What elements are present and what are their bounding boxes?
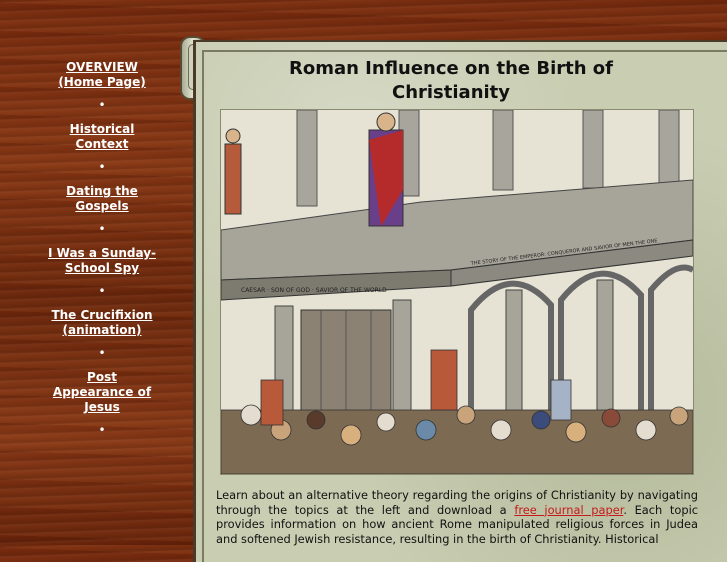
nav-bullet: • (98, 160, 106, 174)
nav-link-label: OVERVIEW (66, 60, 138, 74)
nav-link-label: Appearance of (52, 385, 152, 399)
nav-link-label: Jesus (84, 400, 120, 414)
frieze-lower-text: CAESAR · SON OF GOD · SAVIOR OF THE WORL… (241, 287, 387, 294)
intro-paragraph: Learn about an alternative theory regard… (216, 488, 698, 546)
nav-bullet: • (98, 346, 106, 360)
main-content-panel: Roman Influence on the Birth of Christia… (193, 40, 727, 562)
hero-illustration-drawing: CAESAR · SON OF GOD · SAVIOR OF THE WORL… (221, 110, 693, 474)
nav-link-label: Gospels (75, 199, 129, 213)
hero-illustration: CAESAR · SON OF GOD · SAVIOR OF THE WORL… (220, 109, 694, 475)
nav-link-label: The Crucifixion (51, 308, 153, 322)
nav-bullet: • (98, 423, 106, 437)
sidebar-nav: OVERVIEW (Home Page) • Historical Contex… (36, 60, 168, 447)
nav-link-sunday-school-spy[interactable]: I Was a Sunday- School Spy (36, 246, 168, 276)
nav-link-post-appearance[interactable]: Post Appearance of Jesus (36, 370, 168, 415)
nav-link-label: Context (75, 137, 129, 151)
nav-link-label: I Was a Sunday- (48, 246, 156, 260)
free-journal-paper-link[interactable]: free journal paper (514, 503, 623, 517)
nav-bullet: • (98, 284, 106, 298)
nav-bullet: • (98, 222, 106, 236)
nav-link-overview[interactable]: OVERVIEW (Home Page) (36, 60, 168, 90)
nav-link-label: (Home Page) (58, 75, 146, 89)
nav-link-label: School Spy (64, 261, 140, 275)
nav-link-label: Dating the (66, 184, 138, 198)
nav-link-dating-gospels[interactable]: Dating the Gospels (36, 184, 168, 214)
nav-link-label: Historical (69, 122, 135, 136)
page-title: Roman Influence on the Birth of Christia… (256, 57, 646, 105)
nav-link-historical-context[interactable]: Historical Context (36, 122, 168, 152)
nav-link-label: (animation) (62, 323, 142, 337)
page-title-line: Roman Influence on the Birth of (288, 58, 614, 79)
page-title-line: Christianity (391, 82, 511, 103)
nav-bullet: • (98, 98, 106, 112)
nav-link-label: Post (87, 370, 117, 384)
nav-link-crucifixion[interactable]: The Crucifixion (animation) (36, 308, 168, 338)
